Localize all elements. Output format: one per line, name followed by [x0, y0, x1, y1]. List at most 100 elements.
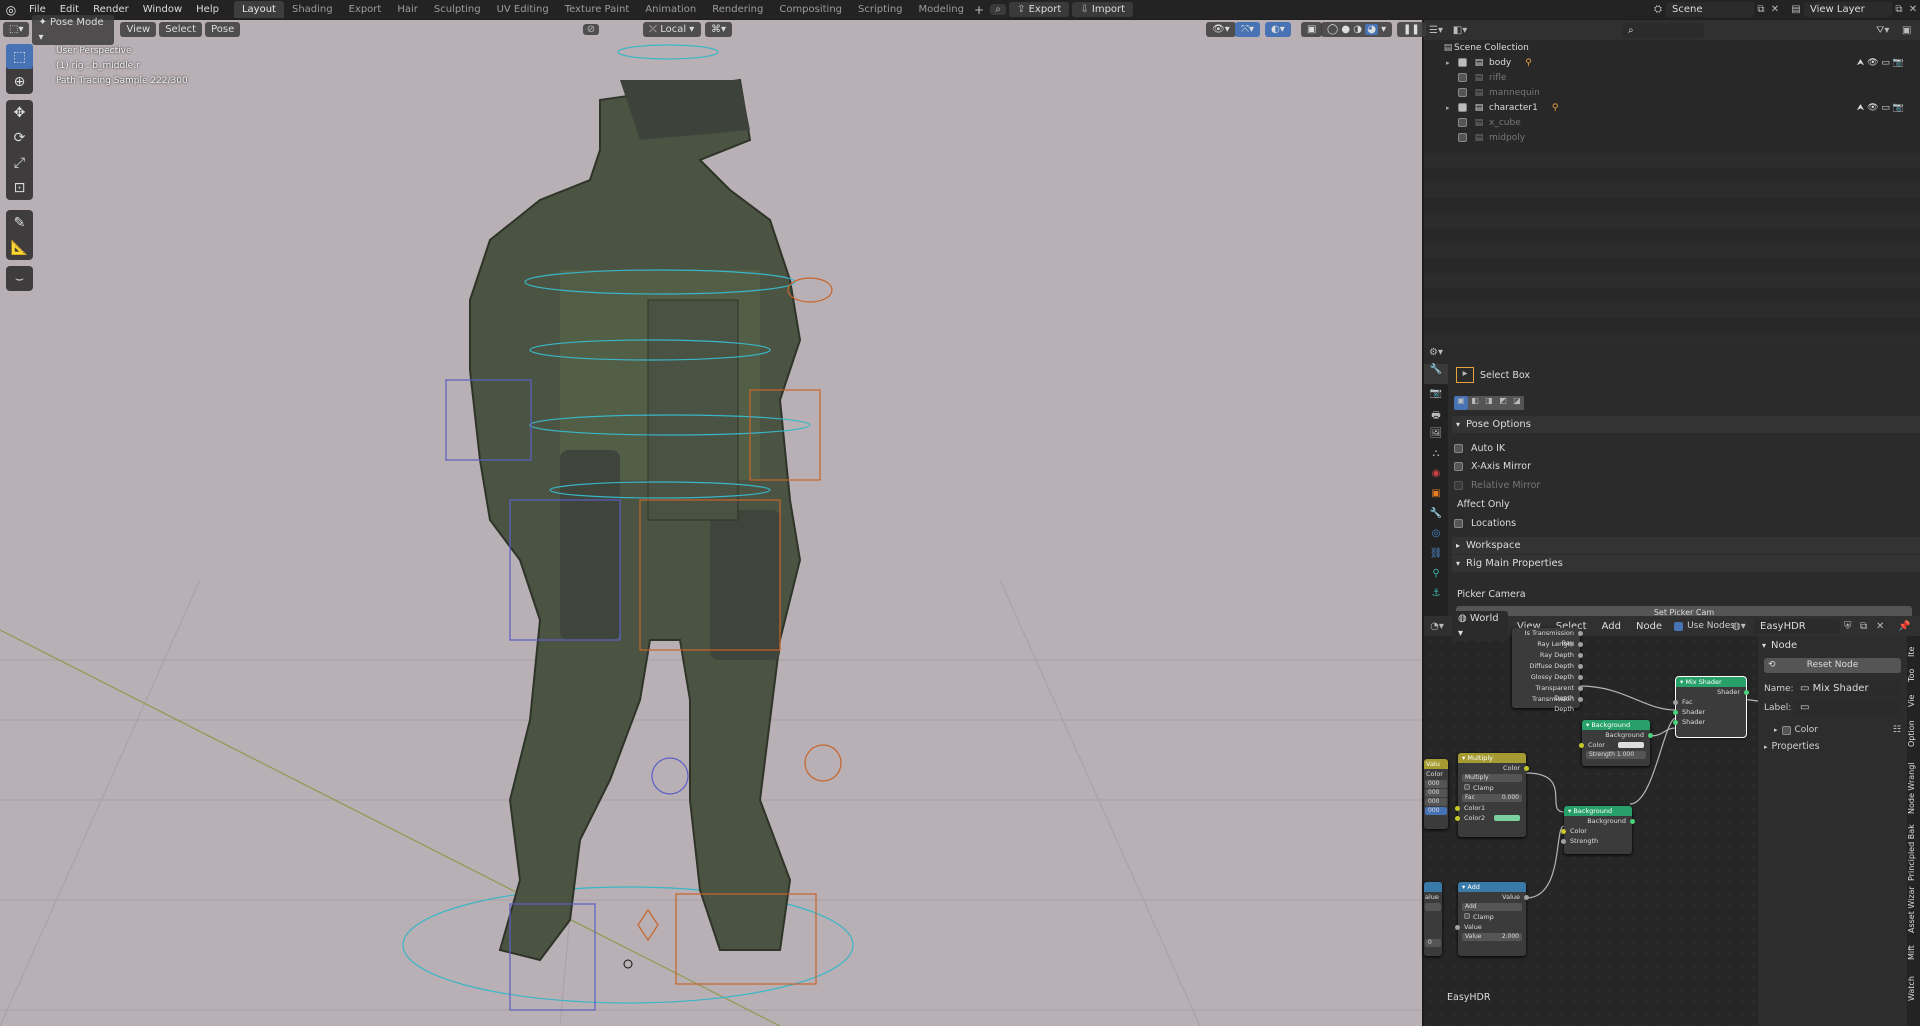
multiply-node[interactable]: ▾ Multiply Color Multiply Clamp Fac 0.00…: [1455, 753, 1529, 837]
bone-tab-icon[interactable]: ⚓: [1424, 588, 1448, 608]
render-tab-icon[interactable]: 📷: [1424, 388, 1448, 408]
light-path-socket[interactable]: [1578, 697, 1583, 702]
exclude-checkbox[interactable]: [1458, 118, 1467, 127]
strength-field[interactable]: Strength 1.000: [1586, 751, 1646, 759]
pin-icon[interactable]: 📌: [1898, 621, 1910, 632]
color-socket[interactable]: [1579, 743, 1584, 748]
xray-toggle-icon[interactable]: ▣: [1301, 22, 1323, 37]
math-node-partial[interactable]: alue 0: [1424, 882, 1442, 956]
color2-socket[interactable]: [1455, 816, 1460, 821]
reset-node-button[interactable]: ⟲ Reset Node: [1764, 658, 1901, 673]
scene-copy-icon[interactable]: ⧉: [1754, 4, 1768, 15]
value-output-socket[interactable]: [1524, 895, 1529, 900]
light-path-socket[interactable]: [1578, 686, 1583, 691]
add-math-node[interactable]: ▾ Add Value Add Clamp Value Value 2.000: [1455, 882, 1529, 956]
transform-tool-icon[interactable]: ⊡: [6, 175, 33, 200]
exclude-checkbox[interactable]: [1458, 133, 1467, 142]
tab-hair[interactable]: Hair: [389, 1, 426, 18]
color-presets-icon[interactable]: ☷: [1893, 725, 1901, 735]
rotate-tool-icon[interactable]: ⟳: [6, 125, 33, 150]
export-button[interactable]: ⇪ Export: [1009, 2, 1070, 17]
select-box-tool-icon[interactable]: ⬚: [6, 44, 33, 69]
x-axis-mirror-check[interactable]: [1454, 461, 1463, 471]
light-path-socket[interactable]: [1578, 664, 1583, 669]
gizmo-toggle-icon[interactable]: ⤧▾: [1235, 22, 1261, 37]
auto-ik-checkbox[interactable]: Auto IK: [1454, 439, 1505, 457]
menu-select[interactable]: Select: [159, 22, 203, 37]
scene-tab-icon[interactable]: ⛬: [1424, 448, 1448, 468]
math-op-select[interactable]: Add: [1462, 903, 1522, 911]
node-color-row[interactable]: ▸ Color ☷: [1774, 725, 1901, 735]
world-name-field[interactable]: EasyHDR: [1754, 618, 1840, 634]
node-menu-node[interactable]: Node: [1630, 619, 1668, 634]
mode-intersect-icon[interactable]: ◪: [1510, 396, 1524, 410]
relative-mirror-checkbox[interactable]: Relative Mirror: [1454, 476, 1540, 494]
fac-socket[interactable]: [1673, 700, 1678, 705]
math-node-partial-select[interactable]: [1425, 903, 1441, 911]
pivot-point-icon[interactable]: ⌘▾: [705, 22, 733, 37]
exclude-checkbox[interactable]: [1458, 58, 1467, 67]
shader-output-socket[interactable]: [1744, 690, 1749, 695]
background-2-strength-socket[interactable]: [1561, 839, 1566, 844]
shader-input-socket-2[interactable]: [1673, 720, 1678, 725]
exclude-checkbox[interactable]: [1458, 103, 1467, 112]
expand-arrow-icon[interactable]: ▸: [1446, 104, 1458, 112]
light-path-socket[interactable]: [1578, 631, 1583, 636]
world-tab-icon[interactable]: ◉: [1424, 468, 1448, 488]
new-collection-icon[interactable]: ▣: [1902, 25, 1911, 36]
node-name-field[interactable]: ▭ Mix Shader: [1794, 681, 1901, 696]
tab-texture-paint[interactable]: Texture Paint: [557, 1, 638, 18]
pause-render-icon[interactable]: ❚❚: [1397, 22, 1426, 37]
overlay-toggle-icon[interactable]: ◐▾: [1265, 22, 1291, 37]
shading-modes[interactable]: ◯ ● ◑ ◕ ▾: [1321, 22, 1393, 37]
menu-window[interactable]: Window: [136, 0, 189, 19]
outliner-item-x-cube[interactable]: ▤ x_cube: [1424, 115, 1920, 130]
shader-input-socket-1[interactable]: [1673, 710, 1678, 715]
tab-sculpting[interactable]: Sculpting: [426, 1, 489, 18]
mode-difference-icon[interactable]: ◩: [1496, 396, 1510, 410]
annotation-icon[interactable]: ⊘: [583, 24, 599, 35]
world-copy-icon[interactable]: ⧉: [1860, 621, 1867, 632]
menu-view[interactable]: View: [120, 22, 157, 37]
blend-mode-select[interactable]: Multiply: [1462, 774, 1522, 782]
value-node-partial[interactable]: Valu Color 000 000 000 000: [1424, 759, 1448, 829]
fac-field[interactable]: Fac 0.000: [1462, 794, 1522, 802]
physics-tab-icon[interactable]: ◎: [1424, 528, 1448, 548]
sidebar-tab-option[interactable]: Option: [1907, 716, 1920, 752]
tab-shading[interactable]: Shading: [284, 1, 341, 18]
cursor-tool-icon[interactable]: ⊕: [6, 69, 33, 94]
fake-user-icon[interactable]: ⛨: [1844, 621, 1852, 632]
expand-arrow-icon[interactable]: ▸: [1446, 59, 1458, 67]
3d-viewport[interactable]: ⬚ ⊕ ✥ ⟳ ⤢ ⊡ ✎ 📐 ⌣ User Perspective (1) r…: [0, 20, 1422, 1026]
pose-breakdowner-tool-icon[interactable]: ⌣: [6, 266, 33, 291]
color2-swatch[interactable]: [1494, 815, 1520, 821]
background-node-1[interactable]: ▾ Background Background Color Strength 1…: [1579, 720, 1653, 766]
filter-icon[interactable]: ⛛▾: [1876, 25, 1889, 36]
tab-animation[interactable]: Animation: [637, 1, 704, 18]
editor-type-icon[interactable]: ⬚▾: [3, 22, 30, 37]
mode-selector[interactable]: ✦ Pose Mode ▾: [32, 14, 115, 45]
import-button[interactable]: ⇩ Import: [1072, 2, 1134, 17]
scene-icon[interactable]: ⛭: [1650, 4, 1666, 15]
color-swatch[interactable]: [1618, 742, 1644, 748]
scene-delete-icon[interactable]: ✕: [1768, 4, 1782, 15]
workspace-header[interactable]: ▸ Workspace: [1452, 537, 1920, 554]
math-node-partial-num[interactable]: 0: [1425, 939, 1441, 947]
color-output-socket[interactable]: [1524, 766, 1529, 771]
tab-modeling[interactable]: Modeling: [911, 1, 973, 18]
x-axis-mirror-checkbox[interactable]: X-Axis Mirror: [1454, 457, 1531, 475]
display-mode-icon[interactable]: ◧▾: [1448, 25, 1472, 36]
view-layer-tab-icon[interactable]: 🖼: [1424, 428, 1448, 448]
sidebar-tab-mift[interactable]: Mift: [1907, 938, 1920, 968]
annotate-tool-icon[interactable]: ✎: [6, 210, 33, 235]
node-color-checkbox[interactable]: [1781, 725, 1791, 735]
add-workspace-icon[interactable]: +: [972, 3, 986, 17]
locations-checkbox[interactable]: Locations: [1454, 514, 1516, 532]
add-clamp-check[interactable]: [1464, 913, 1470, 919]
tab-layout[interactable]: Layout: [233, 1, 284, 18]
color1-socket[interactable]: [1455, 806, 1460, 811]
tab-compositing[interactable]: Compositing: [771, 1, 850, 18]
mix-shader-node[interactable]: ▾ Mix Shader Shader Fac Shader Shader: [1673, 676, 1749, 738]
add-value-socket[interactable]: [1455, 925, 1460, 930]
mode-extend-icon[interactable]: ◧: [1468, 396, 1482, 410]
